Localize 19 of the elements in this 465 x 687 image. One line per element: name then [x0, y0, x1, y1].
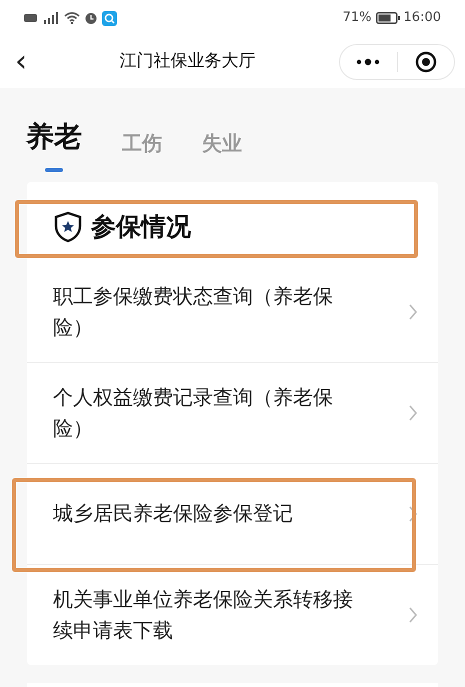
search-icon	[102, 10, 117, 26]
chevron-icon	[408, 504, 418, 522]
chevron-icon	[408, 302, 418, 320]
shield-star-icon	[53, 210, 83, 243]
menu-item[interactable]: 个人权益缴费记录查询（养老保险）	[27, 362, 438, 462]
menu-item[interactable]: 城乡居民养老保险参保登记	[27, 464, 438, 564]
chevron-icon	[408, 404, 418, 422]
menu-item[interactable]: 职工参保缴费状态查询（养老保险）	[27, 262, 438, 362]
page-title: 江门社保业务大厅	[120, 51, 256, 72]
clock-time: 16:00	[404, 9, 441, 28]
back-button[interactable]: ‹	[6, 47, 36, 77]
signal-icon	[42, 12, 60, 24]
menu-item[interactable]: 机关事业单位养老保险关系转移接续申请表下载	[27, 564, 438, 664]
more-icon	[355, 58, 382, 66]
wifi-icon	[64, 12, 80, 24]
battery-percent: 71%	[342, 9, 372, 28]
section-title: 参保情况	[91, 211, 191, 243]
chevron-icon	[408, 606, 418, 624]
battery-icon	[376, 12, 400, 24]
